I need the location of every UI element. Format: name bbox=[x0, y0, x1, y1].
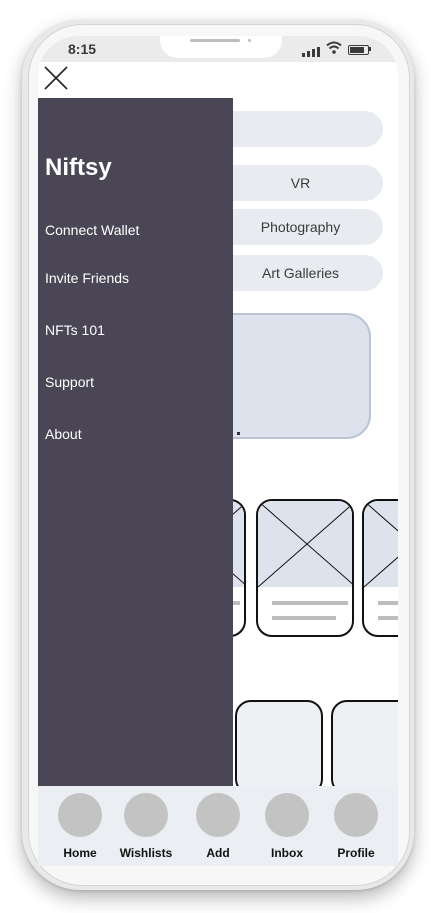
notch-camera bbox=[248, 39, 251, 42]
close-menu-button[interactable] bbox=[42, 64, 70, 92]
tab-inbox[interactable]: Inbox bbox=[252, 786, 322, 866]
image-placeholder-icon bbox=[364, 501, 398, 588]
tab-label: Add bbox=[206, 846, 230, 860]
collection-card-clip bbox=[331, 700, 398, 795]
tab-wishlists[interactable]: Wishlists bbox=[111, 786, 181, 866]
inbox-icon bbox=[265, 793, 309, 837]
wifi-icon bbox=[326, 41, 342, 57]
side-menu-drawer: Niftsy Connect Wallet Invite Friends NFT… bbox=[38, 98, 233, 786]
collection-card[interactable] bbox=[235, 700, 323, 795]
menu-item-about[interactable]: About bbox=[45, 426, 82, 442]
tab-label: Profile bbox=[337, 846, 375, 860]
tab-home[interactable]: Home bbox=[45, 786, 115, 866]
menu-item-support[interactable]: Support bbox=[45, 374, 94, 390]
home-icon bbox=[58, 793, 102, 837]
image-placeholder-icon bbox=[258, 501, 352, 588]
category-label: Art Galleries bbox=[261, 265, 340, 281]
menu-item-connect-wallet[interactable]: Connect Wallet bbox=[45, 222, 139, 238]
category-label: Photography bbox=[260, 219, 341, 235]
nft-card[interactable] bbox=[362, 499, 398, 637]
tab-label: Wishlists bbox=[119, 846, 173, 860]
app-title: Niftsy bbox=[45, 154, 112, 181]
nft-card-clip bbox=[362, 499, 398, 637]
bottom-tab-bar: Home Wishlists Add Inbox Profile bbox=[38, 786, 398, 866]
status-time: 8:15 bbox=[68, 41, 97, 57]
menu-item-nfts-101[interactable]: NFTs 101 bbox=[45, 322, 105, 338]
tab-label: Home bbox=[63, 846, 97, 860]
tab-profile[interactable]: Profile bbox=[321, 786, 391, 866]
wishlists-icon bbox=[124, 793, 168, 837]
close-icon bbox=[44, 66, 68, 90]
carousel-dot bbox=[237, 432, 240, 435]
menu-item-invite-friends[interactable]: Invite Friends bbox=[45, 270, 129, 286]
tab-add[interactable]: Add bbox=[183, 786, 253, 866]
notch-speaker bbox=[190, 39, 240, 42]
notch bbox=[160, 36, 282, 58]
battery-tip bbox=[369, 47, 371, 51]
add-icon bbox=[196, 793, 240, 837]
category-label: VR bbox=[290, 175, 311, 191]
signal-icon bbox=[302, 46, 322, 57]
tab-label: Inbox bbox=[271, 846, 303, 860]
battery-icon bbox=[348, 45, 369, 55]
collection-card[interactable] bbox=[331, 700, 398, 795]
nft-card[interactable] bbox=[256, 499, 354, 637]
status-bar: 8:15 bbox=[38, 36, 398, 62]
profile-icon bbox=[334, 793, 378, 837]
